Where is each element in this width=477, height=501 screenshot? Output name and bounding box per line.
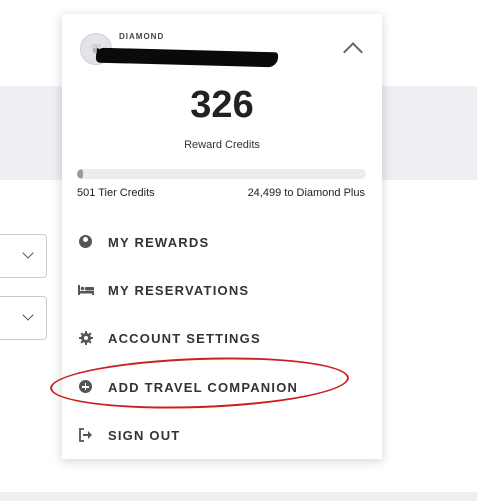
footer-band bbox=[0, 492, 477, 501]
tier-credits: 501 Tier Credits bbox=[77, 187, 155, 199]
menu-item-account-settings[interactable]: ACCOUNT SETTINGS bbox=[78, 327, 368, 349]
menu-item-label: SIGN OUT bbox=[108, 427, 181, 443]
credits-to-next-tier: 24,499 to Diamond Plus bbox=[248, 187, 365, 199]
menu-item-my-rewards[interactable]: MY REWARDS bbox=[78, 231, 368, 253]
tier-progress-fill bbox=[77, 169, 83, 179]
redaction-mark bbox=[95, 47, 279, 68]
menu-item-label: ADD TRAVEL COMPANION bbox=[108, 379, 299, 395]
chevron-down-icon bbox=[22, 309, 34, 321]
dropdown-select-1[interactable] bbox=[0, 234, 47, 278]
tier-credits-value: 501 bbox=[77, 187, 96, 199]
menu-item-sign-out[interactable]: SIGN OUT bbox=[78, 424, 368, 446]
account-dropdown-panel: ❦ DIAMOND M 326 Reward Credits 501 Tier … bbox=[62, 14, 382, 459]
menu-item-my-reservations[interactable]: MY RESERVATIONS bbox=[78, 279, 368, 301]
reward-credits-value: 326 bbox=[190, 84, 254, 126]
menu-item-label: ACCOUNT SETTINGS bbox=[108, 330, 261, 346]
tier-badge: DIAMOND bbox=[119, 32, 165, 41]
user-circle-icon bbox=[78, 234, 94, 250]
tier-progress-bar bbox=[77, 169, 366, 179]
gear-icon bbox=[78, 330, 94, 346]
dropdown-select-2[interactable] bbox=[0, 296, 47, 340]
tier-credits-label: Tier Credits bbox=[98, 187, 155, 199]
chevron-down-icon bbox=[22, 247, 34, 259]
to-next-value: 24,499 bbox=[247, 187, 282, 199]
sign-out-icon bbox=[78, 427, 94, 443]
to-next-label: to Diamond Plus bbox=[284, 187, 365, 199]
chevron-up-icon[interactable] bbox=[343, 42, 363, 62]
plus-circle-icon bbox=[78, 379, 94, 395]
bed-icon bbox=[78, 282, 94, 298]
reward-credits-label: Reward Credits bbox=[184, 139, 260, 151]
menu-item-add-travel-companion[interactable]: ADD TRAVEL COMPANION bbox=[78, 376, 368, 398]
menu-item-label: MY REWARDS bbox=[108, 234, 210, 250]
menu-item-label: MY RESERVATIONS bbox=[108, 282, 250, 298]
